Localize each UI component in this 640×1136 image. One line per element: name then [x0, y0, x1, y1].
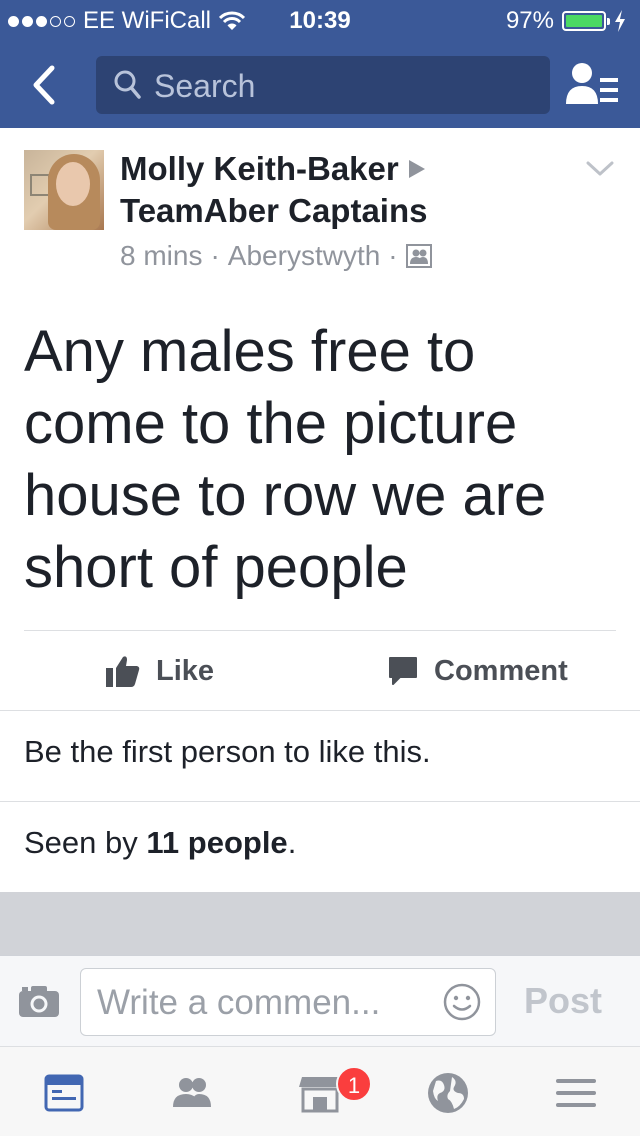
top-bar: EE WiFiCall 10:39 97% Search — [0, 0, 640, 128]
divider — [24, 630, 616, 631]
author-name[interactable]: Molly Keith-Baker — [120, 150, 399, 188]
menu-icon[interactable] — [552, 1069, 600, 1117]
author-line: Molly Keith-Baker — [120, 150, 425, 188]
camera-icon[interactable] — [18, 984, 60, 1018]
comment-placeholder: Write a commen... — [97, 983, 381, 1022]
likes-summary[interactable]: Be the first person to like this. — [24, 734, 431, 770]
search-placeholder: Search — [154, 68, 256, 104]
search-input[interactable]: Search — [96, 56, 550, 114]
nav-row: Search — [0, 42, 640, 128]
group-name[interactable]: TeamAber Captains — [120, 192, 427, 230]
comment-button[interactable]: Comment — [388, 632, 568, 710]
thumbs-up-icon — [106, 656, 140, 687]
news-feed-tab-icon[interactable] — [40, 1069, 88, 1117]
seen-by-summary[interactable]: Seen by 11 people. — [24, 825, 296, 861]
search-icon — [114, 70, 141, 99]
post-time[interactable]: 8 mins — [120, 240, 202, 272]
seen-suffix: . — [287, 825, 297, 860]
group-audience-icon — [405, 244, 432, 268]
battery-percent: 97% — [505, 7, 554, 34]
seen-count: 11 people — [146, 825, 288, 860]
charging-icon — [615, 10, 625, 32]
post-actions: Like Comment — [0, 632, 640, 710]
comment-input[interactable]: Write a commen... — [80, 968, 496, 1036]
post-location[interactable]: Aberystwyth — [228, 240, 381, 272]
battery-icon — [562, 11, 610, 31]
battery-status: 97% — [506, 7, 626, 35]
post-comment-button[interactable]: Post — [524, 980, 602, 1022]
bottom-tab-bar — [0, 1047, 640, 1136]
comment-icon — [389, 657, 417, 685]
comment-label: Comment — [434, 654, 568, 687]
post-meta: 8 mins · Aberystwyth · — [120, 240, 432, 272]
post-header: Molly Keith-Baker TeamAber Captains 8 mi… — [0, 128, 640, 298]
globe-notifications-icon[interactable] — [424, 1069, 472, 1117]
comment-composer: Write a commen... Post — [0, 955, 640, 1047]
post-body: Any males free to come to the picture ho… — [24, 319, 547, 600]
divider — [0, 801, 640, 802]
emoji-icon[interactable] — [443, 983, 481, 1021]
content-spacer — [0, 892, 640, 955]
avatar[interactable] — [24, 150, 104, 230]
like-button[interactable]: Like — [106, 632, 214, 710]
friend-requests-icon[interactable] — [566, 60, 620, 110]
seen-prefix: Seen by — [24, 825, 138, 860]
arrow-right-icon — [408, 160, 425, 178]
like-label: Like — [156, 654, 215, 687]
chevron-down-icon[interactable] — [586, 160, 614, 178]
back-chevron-icon[interactable] — [24, 60, 64, 110]
status-bar: EE WiFiCall 10:39 97% — [0, 0, 640, 42]
meta-separator: · — [388, 240, 398, 271]
divider — [0, 710, 640, 711]
marketplace-badge: 1 — [336, 1066, 372, 1102]
friends-tab-icon[interactable] — [168, 1069, 216, 1117]
meta-separator: · — [210, 240, 220, 271]
